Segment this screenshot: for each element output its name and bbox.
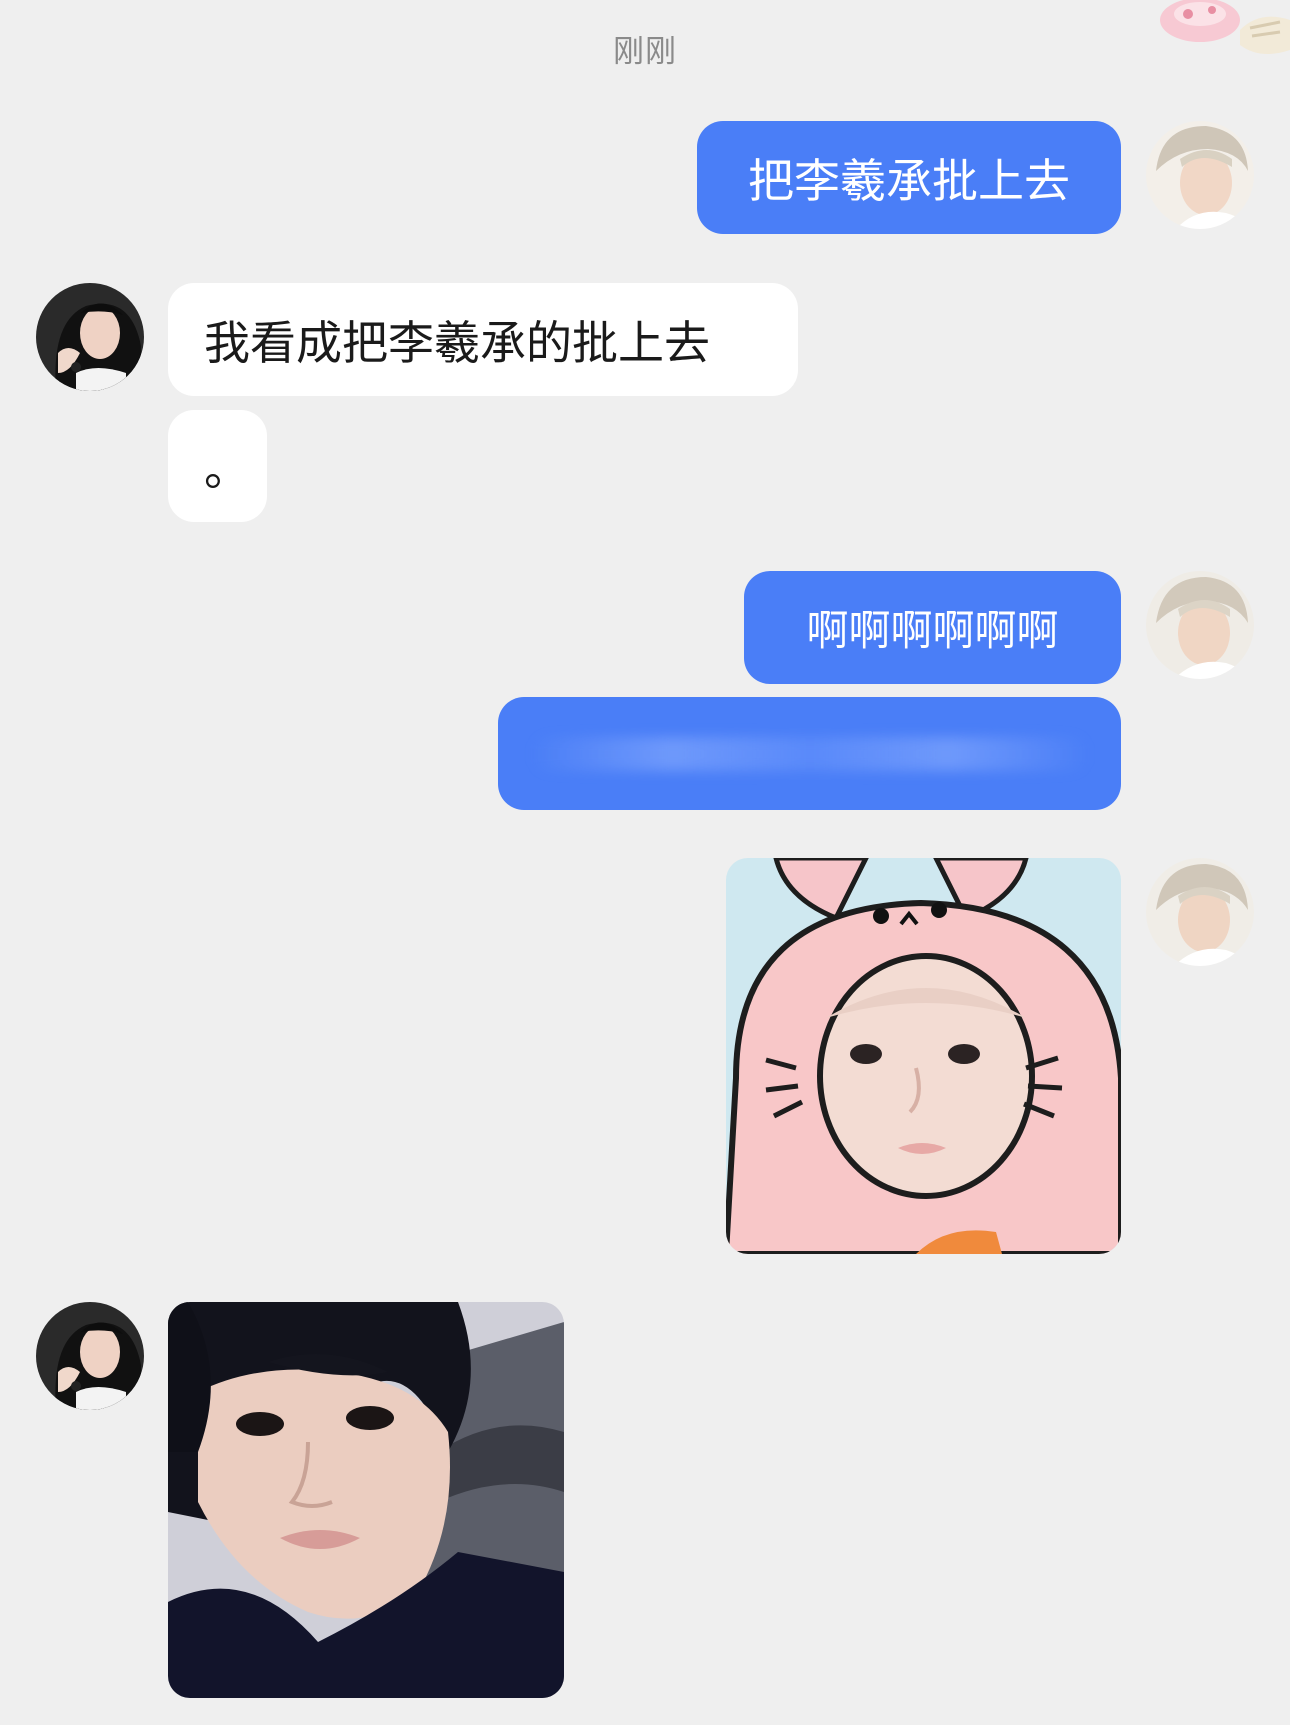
- portrait-photo: [168, 1302, 564, 1698]
- self-avatar-icon[interactable]: [1146, 571, 1254, 679]
- message-bubble-outgoing[interactable]: 啊啊啊啊啊啊: [744, 571, 1121, 684]
- self-avatar-icon[interactable]: [1146, 121, 1254, 229]
- self-avatar-icon[interactable]: [1146, 858, 1254, 966]
- contact-avatar-icon[interactable]: [36, 283, 144, 391]
- message-bubble-outgoing[interactable]: 把李羲承批上去: [697, 121, 1121, 234]
- message-bubble-incoming[interactable]: 我看成把李羲承的批上去: [168, 283, 798, 396]
- message-text: 我看成把李羲承的批上去: [204, 315, 710, 370]
- image-message-outgoing[interactable]: [726, 858, 1121, 1254]
- message-text: 把李羲承批上去: [748, 153, 1070, 208]
- blurred-text: [529, 736, 1090, 771]
- message-bubble-outgoing-blurred[interactable]: [498, 697, 1121, 810]
- message-text: 啊啊啊啊啊啊: [806, 606, 1059, 655]
- message-bubble-incoming[interactable]: 。: [168, 410, 267, 522]
- contact-avatar-icon[interactable]: [36, 1302, 144, 1410]
- corner-sticker-icon: [1140, 0, 1290, 60]
- message-text: 。: [204, 442, 250, 496]
- timestamp: 刚刚: [613, 34, 677, 70]
- image-message-incoming[interactable]: [168, 1302, 564, 1698]
- bunny-hood-photo: [726, 858, 1121, 1254]
